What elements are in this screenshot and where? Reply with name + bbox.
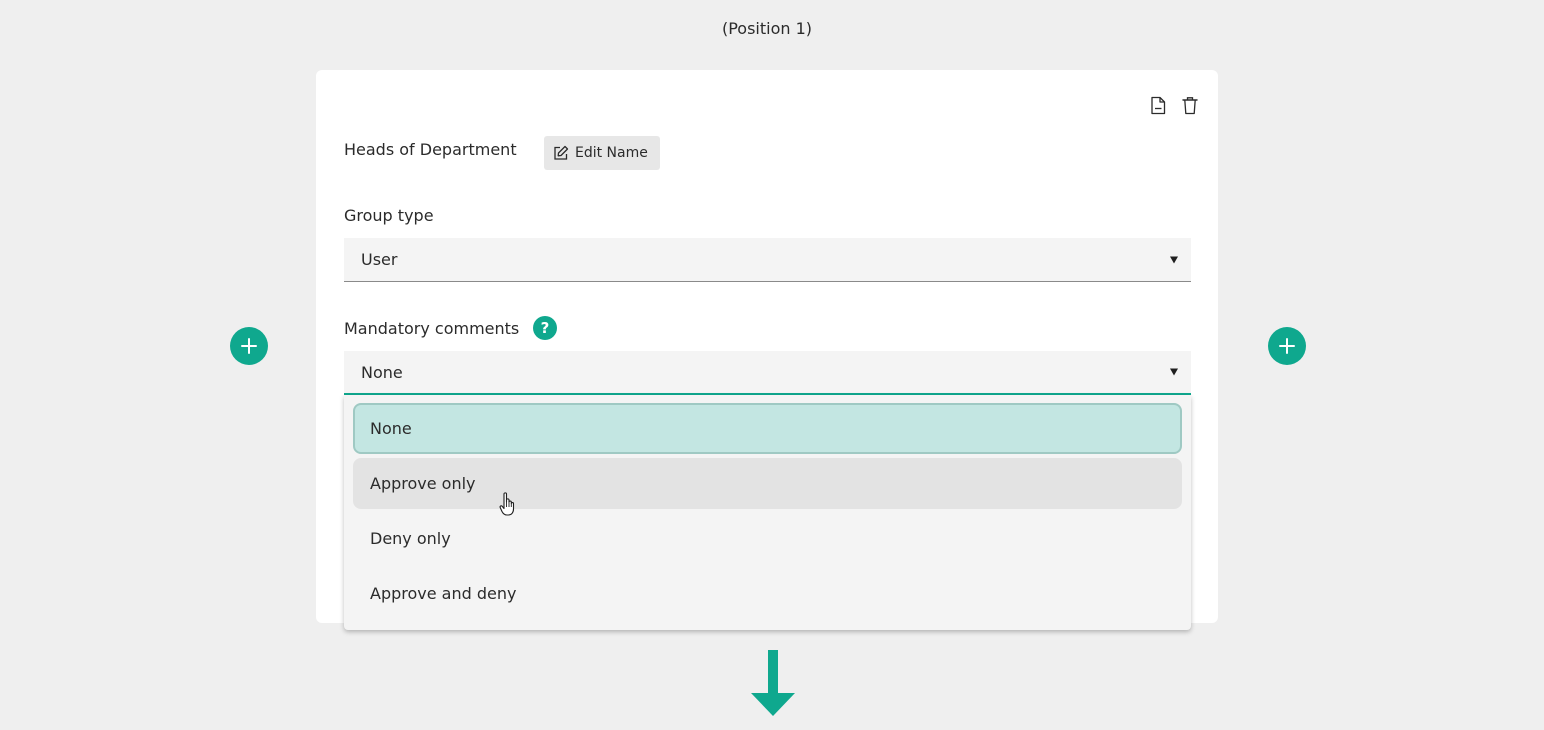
option-none[interactable]: None [353,403,1182,454]
edit-name-button[interactable]: Edit Name [544,136,660,170]
group-type-label: Group type [344,206,434,225]
trash-icon [1182,96,1198,114]
help-icon[interactable]: ? [533,316,557,340]
edit-name-label: Edit Name [575,145,648,161]
group-type-value: User [361,250,398,269]
caret-down-icon [1170,256,1178,263]
mandatory-comments-dropdown: None Approve only Deny only Approve and … [344,395,1191,630]
plus-icon [241,338,257,354]
option-approve-and-deny[interactable]: Approve and deny [353,568,1182,619]
mandatory-comments-select[interactable]: None [344,351,1191,395]
mandatory-comments-label: Mandatory comments [344,319,520,338]
add-right-button[interactable] [1268,327,1306,365]
delete-button[interactable] [1180,94,1200,116]
caret-down-icon [1170,368,1178,376]
document-icon [1151,96,1166,114]
document-button[interactable] [1148,94,1168,116]
option-deny-only[interactable]: Deny only [353,513,1182,564]
add-left-button[interactable] [230,327,268,365]
edit-icon [554,145,569,160]
mandatory-comments-value: None [361,362,403,382]
group-name: Heads of Department [344,140,517,159]
group-type-select[interactable]: User [344,238,1191,282]
card-actions [1148,94,1200,116]
option-approve-only[interactable]: Approve only [353,458,1182,509]
position-label: (Position 1) [721,19,813,38]
plus-icon [1279,338,1295,354]
hand-cursor-icon [499,492,515,516]
arrow-down-icon [751,650,795,716]
